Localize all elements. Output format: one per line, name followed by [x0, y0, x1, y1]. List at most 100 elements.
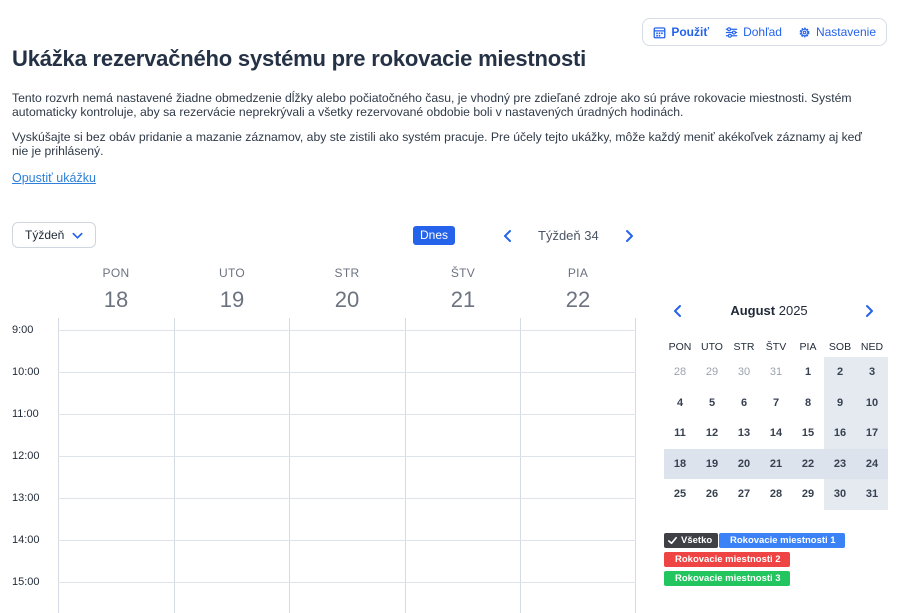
day-header-wed: STR 20 — [289, 266, 405, 313]
day-name: UTO — [218, 266, 245, 280]
day-name: PON — [102, 266, 130, 280]
mini-weekday-row: PON UTO STR ŠTV PIA SOB NED — [664, 337, 888, 357]
today-button[interactable]: Dnes — [413, 226, 456, 245]
mini-day[interactable]: 22 — [792, 448, 824, 479]
day-header-mon: PON 18 — [58, 266, 174, 313]
mini-calendar-month: August — [730, 303, 776, 318]
mini-weekday: UTO — [701, 341, 723, 353]
chevron-right-icon — [626, 230, 633, 242]
mini-day[interactable]: 2 — [824, 357, 856, 388]
mini-day[interactable]: 3 — [856, 357, 888, 388]
mini-day[interactable]: 12 — [696, 418, 728, 449]
day-header-tue: UTO 19 — [174, 266, 290, 313]
mini-weekday: NED — [860, 341, 884, 353]
chevron-down-icon — [72, 232, 83, 239]
mini-day[interactable]: 30 — [728, 357, 760, 388]
mini-day[interactable]: 28 — [760, 479, 792, 510]
hour-label: 14:00 — [12, 534, 40, 546]
mini-day[interactable]: 25 — [664, 479, 696, 510]
mini-day[interactable]: 28 — [664, 357, 696, 388]
supervise-button[interactable]: Dohľad — [725, 25, 782, 39]
week-grid[interactable] — [58, 318, 636, 613]
day-header-fri: PIA 22 — [520, 266, 636, 313]
mini-day[interactable]: 29 — [696, 357, 728, 388]
mini-day[interactable]: 14 — [760, 418, 792, 449]
mini-day[interactable]: 16 — [824, 418, 856, 449]
gear-icon — [799, 27, 810, 37]
mini-weekday: STR — [733, 341, 755, 353]
room-2-chip[interactable]: Rokovacie miestnosti 2 — [664, 552, 790, 567]
day-date: 22 — [565, 287, 591, 312]
mini-day[interactable]: 17 — [856, 418, 888, 449]
grid-hour-line — [58, 582, 636, 583]
day-header-thu: ŠTV 21 — [405, 266, 521, 313]
mini-day[interactable]: 19 — [696, 448, 728, 479]
use-label: Použiť — [671, 25, 710, 39]
grid-hour-line — [58, 540, 636, 541]
next-week-button[interactable] — [622, 227, 636, 245]
mini-day[interactable]: 24 — [856, 448, 888, 479]
mini-week-row-current: 18 19 20 21 22 23 24 — [664, 448, 888, 479]
view-select[interactable]: Týždeň — [12, 222, 96, 248]
mini-day[interactable]: 27 — [728, 479, 760, 510]
mini-week-row: 25 26 27 28 29 30 31 — [664, 479, 888, 510]
mini-day[interactable]: 23 — [824, 448, 856, 479]
next-month-button[interactable] — [862, 302, 876, 320]
grid-hour-line — [58, 330, 636, 331]
mini-day[interactable]: 4 — [664, 388, 696, 419]
day-name: STR — [334, 266, 360, 280]
mini-day[interactable]: 13 — [728, 418, 760, 449]
day-date: 20 — [334, 287, 360, 312]
mini-day[interactable]: 20 — [728, 448, 760, 479]
mini-day[interactable]: 15 — [792, 418, 824, 449]
grid-hour-line — [58, 456, 636, 457]
mini-calendar-year: 2025 — [778, 303, 808, 318]
intro-paragraph: Tento rozvrh nemá nastavené žiadne obmed… — [12, 91, 852, 119]
mini-day[interactable]: 26 — [696, 479, 728, 510]
mini-week-row: 28 29 30 31 1 2 3 — [664, 357, 888, 388]
mini-day[interactable]: 9 — [824, 387, 856, 418]
grid-column-line — [520, 318, 521, 613]
mini-day[interactable]: 18 — [664, 448, 696, 479]
mini-day[interactable]: 31 — [856, 479, 888, 510]
hour-label: 11:00 — [12, 408, 39, 420]
hour-label: 9:00 — [12, 324, 34, 336]
mini-day[interactable]: 30 — [824, 479, 856, 510]
mini-calendar-title: August 2025 — [700, 303, 838, 318]
day-name: PIA — [567, 266, 589, 280]
mini-day[interactable]: 11 — [664, 418, 696, 449]
previous-week-button[interactable] — [501, 227, 515, 245]
mini-day[interactable]: 21 — [760, 448, 792, 479]
day-date: 19 — [219, 287, 245, 312]
hour-label: 12:00 — [12, 450, 40, 462]
chevron-right-icon — [866, 305, 873, 317]
supervise-label: Dohľad — [743, 25, 782, 39]
sliders-icon — [725, 26, 738, 38]
mini-day[interactable]: 7 — [760, 388, 792, 419]
grid-hour-line — [58, 372, 636, 373]
mini-day[interactable]: 29 — [792, 479, 824, 510]
previous-month-button[interactable] — [671, 302, 685, 320]
mini-day[interactable]: 8 — [792, 388, 824, 419]
grid-column-line — [405, 318, 406, 613]
mini-day[interactable]: 1 — [792, 357, 824, 388]
mini-day[interactable]: 5 — [696, 388, 728, 419]
use-button[interactable]: Použiť — [653, 25, 709, 39]
hour-label: 15:00 — [12, 576, 40, 588]
mini-day[interactable]: 10 — [856, 387, 888, 418]
grid-column-line — [58, 318, 59, 613]
room-1-chip[interactable]: Rokovacie miestnosti 1 — [719, 533, 845, 548]
mini-weekday: PON — [668, 341, 692, 353]
mini-day[interactable]: 31 — [760, 357, 792, 388]
settings-button[interactable]: Nastavenie — [798, 25, 876, 39]
mini-day[interactable]: 6 — [728, 388, 760, 419]
mini-weekday: SOB — [828, 341, 852, 353]
filter-all-chip[interactable]: Všetko — [664, 533, 719, 548]
check-icon — [668, 536, 677, 545]
chevron-left-icon — [674, 305, 681, 317]
day-date: 21 — [450, 287, 476, 312]
top-toolbar: Použiť Dohľad Nastavenie — [642, 18, 887, 46]
leave-demo-link[interactable]: Opustiť ukážku — [12, 171, 96, 185]
filter-all-label: Všetko — [681, 535, 713, 546]
room-3-chip[interactable]: Rokovacie miestnosti 3 — [664, 571, 790, 586]
